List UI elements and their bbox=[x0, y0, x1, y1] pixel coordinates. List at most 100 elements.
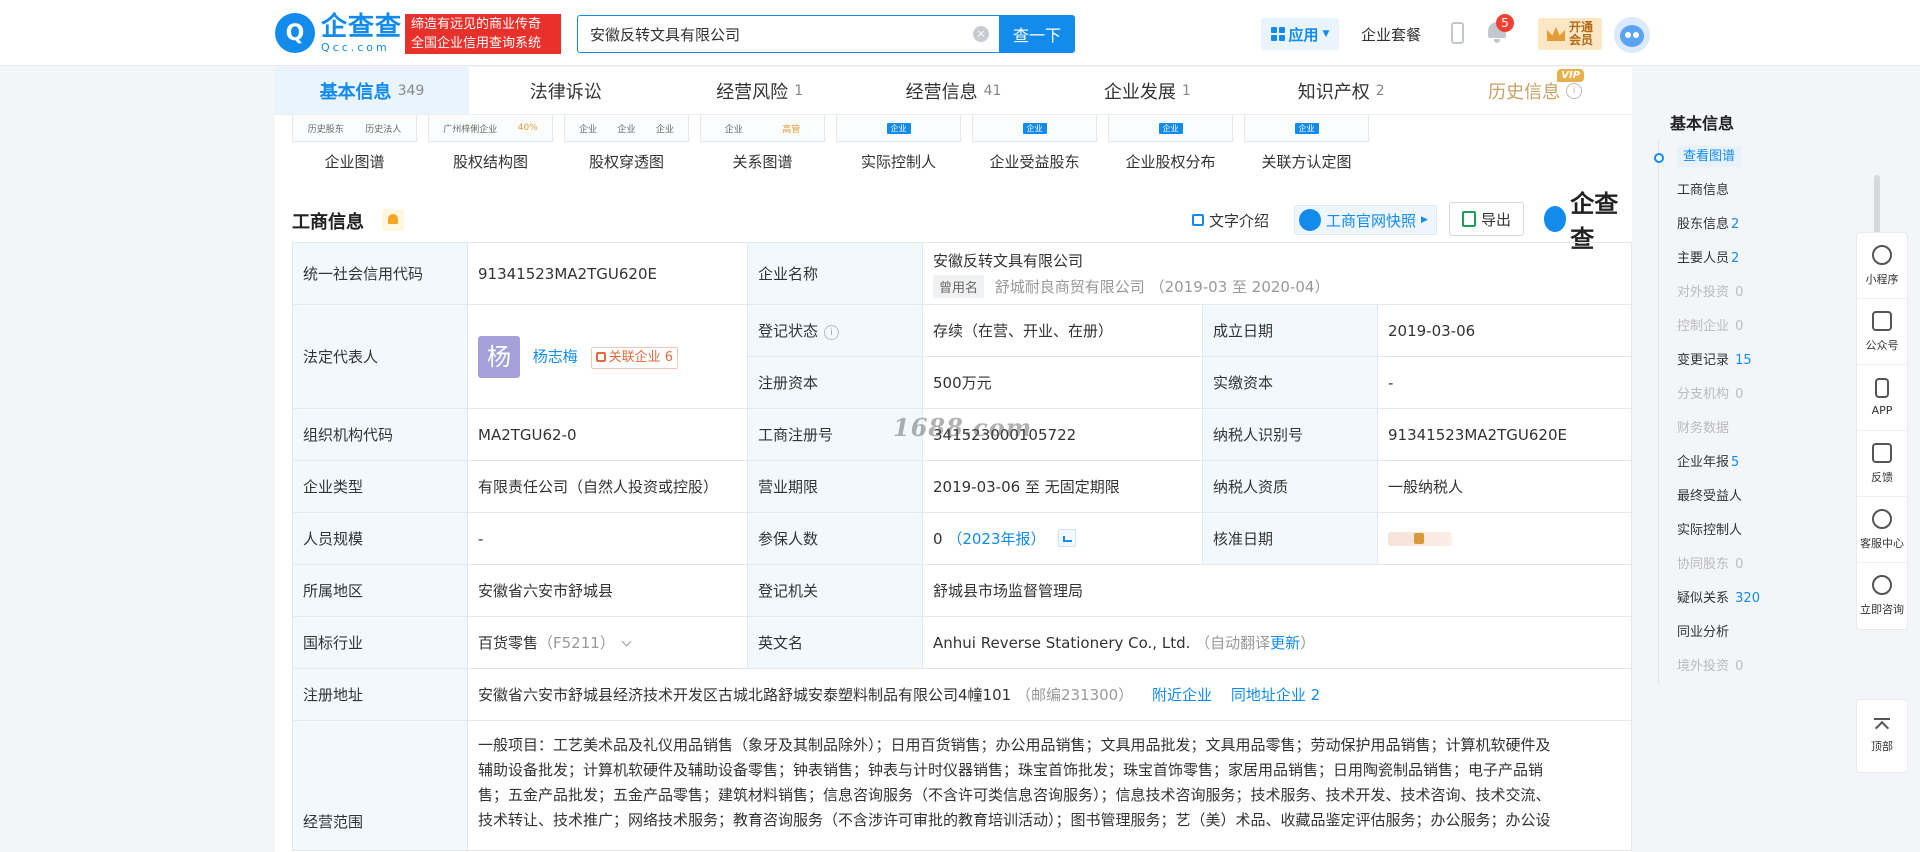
graph-thumbnail: 企业 bbox=[972, 115, 1097, 142]
mini-program-button[interactable]: 小程序 bbox=[1857, 233, 1907, 299]
nav-item-suspected-relations[interactable]: 疑似关系 320 bbox=[1659, 582, 1798, 616]
apps-grid-icon bbox=[1270, 27, 1285, 41]
feedback-button[interactable]: 反馈 bbox=[1857, 431, 1907, 497]
qcc-logo-icon bbox=[1544, 206, 1567, 232]
table-row: 企业类型 有限责任公司（自然人投资或控股） 营业期限 2019-03-06 至 … bbox=[292, 460, 1633, 513]
slogan-banner: 缔造有远见的商业传奇 全国企业信用查询系统 bbox=[405, 14, 561, 54]
graph-card-equity-distribution[interactable]: 企业 企业股权分布 bbox=[1108, 115, 1233, 172]
floating-toolbar: 小程序 公众号 APP 反馈 客服中心 立即咨询 bbox=[1856, 232, 1908, 630]
graph-card-company[interactable]: 历史股东 历史法人 企业图谱 bbox=[292, 115, 417, 172]
nav-item-controlled[interactable]: 控制企业 0 bbox=[1659, 310, 1798, 344]
graph-thumbnail: 企业 高管 bbox=[700, 115, 825, 142]
graph-thumbnail: 广州梓俐企业 40% bbox=[428, 115, 553, 142]
same-address-link[interactable]: 同地址企业 2 bbox=[1231, 686, 1320, 704]
back-to-top-button[interactable]: 顶部 bbox=[1856, 699, 1908, 773]
tab-legal[interactable]: 法律诉讼 bbox=[469, 67, 663, 114]
nav-item-investments[interactable]: 对外投资 0 bbox=[1659, 276, 1798, 310]
text-intro-button[interactable]: 文字介绍 bbox=[1192, 205, 1269, 235]
used-name: 舒城耐良商贸有限公司 bbox=[994, 277, 1145, 296]
caret-down-icon: ▼ bbox=[1322, 29, 1330, 39]
nav-item-overseas[interactable]: 境外投资 0 bbox=[1659, 650, 1798, 684]
crown-icon bbox=[1546, 27, 1565, 41]
nav-item-financials[interactable]: 财务数据 bbox=[1659, 412, 1798, 446]
qr-scan-icon bbox=[1872, 310, 1892, 331]
nav-title: 基本信息 bbox=[1670, 114, 1735, 133]
tab-basic-info[interactable]: 基本信息 349 bbox=[275, 67, 469, 114]
official-account-button[interactable]: 公众号 bbox=[1857, 299, 1907, 365]
nav-item-branches[interactable]: 分支机构 0 bbox=[1659, 378, 1798, 412]
user-avatar[interactable] bbox=[1614, 17, 1650, 53]
phone-icon bbox=[1875, 378, 1889, 398]
graph-card-equity-penetration[interactable]: 企业 企业 企业 股权穿透图 bbox=[564, 115, 689, 172]
legal-rep-avatar[interactable]: 杨 bbox=[478, 335, 520, 378]
gsxt-snapshot-button[interactable]: 工商官网快照 ▶ bbox=[1294, 205, 1437, 235]
graph-card-actual-controller[interactable]: 企业 实际控制人 bbox=[836, 115, 961, 172]
qcc-logo[interactable]: Q 企查查 Qcc.com bbox=[275, 12, 402, 54]
apps-button[interactable]: 应用 ▼ bbox=[1261, 18, 1339, 50]
notification-badge: 5 bbox=[1496, 14, 1514, 32]
nav-item-annual-reports[interactable]: 企业年报 5 bbox=[1659, 446, 1798, 480]
enterprise-package-link[interactable]: 企业套餐 bbox=[1361, 24, 1421, 45]
graph-thumbnail: 企业 企业 企业 bbox=[564, 115, 689, 142]
nav-item-co-shareholders[interactable]: 协同股东 0 bbox=[1659, 548, 1798, 582]
nav-item-shareholders[interactable]: 股东信息 2 bbox=[1659, 208, 1798, 242]
graph-card-related-party[interactable]: 企业 关联方认定图 bbox=[1244, 115, 1369, 172]
tab-history[interactable]: 历史信息 i VIP bbox=[1438, 67, 1632, 114]
nearby-companies-link[interactable]: 附近企业 bbox=[1152, 686, 1212, 704]
graph-card-beneficiary[interactable]: 企业 企业受益股东 bbox=[972, 115, 1097, 172]
nav-item-business-info[interactable]: 工商信息 bbox=[1659, 174, 1798, 208]
section-title: 工商信息 bbox=[292, 212, 364, 233]
graph-card-equity-structure[interactable]: 广州梓俐企业 40% 股权结构图 bbox=[428, 115, 553, 172]
tab-operation[interactable]: 经营信息 41 bbox=[857, 67, 1051, 114]
company-tabs: 基本信息 349 法律诉讼 经营风险 1 经营信息 41 企业发展 1 知识产权 2 历史… bbox=[275, 67, 1632, 115]
legal-rep-link[interactable]: 杨志梅 bbox=[533, 347, 578, 365]
table-row: 经营范围 一般项目：工艺美术品及礼仪用品销售（象牙及其制品除外）；日用百货销售；… bbox=[292, 720, 1633, 851]
chat-icon bbox=[1872, 575, 1892, 595]
clear-icon[interactable]: × bbox=[973, 26, 989, 42]
graph-thumbnail: 企业 bbox=[1244, 115, 1369, 142]
nav-item-graph[interactable]: 查看图谱 bbox=[1654, 140, 1798, 174]
qcc-logo-icon: Q bbox=[275, 13, 315, 53]
main-content: 历史股东 历史法人 企业图谱 广州梓俐企业 40% 股权结构图 企业 企业 企业 股权穿… bbox=[275, 115, 1633, 852]
search-button[interactable]: 查一下 bbox=[999, 15, 1075, 53]
tab-ip[interactable]: 知识产权 2 bbox=[1244, 67, 1438, 114]
tab-risk[interactable]: 经营风险 1 bbox=[663, 67, 857, 114]
qcc-brand-mark: 企查查 bbox=[1544, 190, 1632, 253]
app-button[interactable]: APP bbox=[1857, 365, 1907, 431]
open-vip-button[interactable]: 开通 会员 bbox=[1538, 18, 1602, 50]
mobile-phone-icon[interactable] bbox=[1451, 22, 1464, 44]
nav-item-key-personnel[interactable]: 主要人员 2 bbox=[1659, 242, 1798, 276]
section-navigator: 基本信息 查看图谱 工商信息 股东信息 2 主要人员 2 对外投资 0 控制企业 0… bbox=[1654, 100, 1798, 684]
subscribe-bell-icon[interactable] bbox=[382, 209, 404, 231]
trend-chart-icon[interactable] bbox=[1058, 529, 1077, 547]
nav-item-industry-analysis[interactable]: 同业分析 bbox=[1659, 616, 1798, 650]
customer-service-button[interactable]: 客服中心 bbox=[1857, 497, 1907, 563]
export-button[interactable]: 导出 bbox=[1449, 202, 1525, 236]
nav-item-beneficiary[interactable]: 最终受益人 bbox=[1659, 480, 1798, 514]
related-company-tag[interactable]: 关联企业 6 bbox=[590, 347, 679, 369]
vip-locked-value[interactable] bbox=[1388, 532, 1452, 546]
company-name: 安徽反转文具有限公司 bbox=[933, 251, 1084, 270]
nav-item-controller[interactable]: 实际控制人 bbox=[1659, 514, 1798, 548]
nav-item-changes[interactable]: 变更记录 15 bbox=[1659, 344, 1798, 378]
table-row: 所属地区 安徽省六安市舒城县 登记机关 舒城县市场监督管理局 bbox=[292, 564, 1633, 617]
vip-tag: VIP bbox=[1557, 69, 1585, 82]
registered-address: 安徽省六安市舒城县经济技术开发区古城北路舒城安泰塑料制品有限公司4幢101 bbox=[478, 686, 1012, 704]
update-translation-link[interactable]: 更新 bbox=[1270, 634, 1300, 652]
excel-icon bbox=[1462, 211, 1476, 227]
search-input[interactable] bbox=[578, 16, 958, 52]
graph-thumbnail: 企业 bbox=[1108, 115, 1233, 142]
business-info-table: 统一社会信用代码 91341523MA2TGU620E 企业名称 安徽反转文具有… bbox=[292, 242, 1633, 851]
info-icon[interactable]: i bbox=[824, 325, 840, 340]
industry-dropdown[interactable]: 百货零售（F5211） bbox=[467, 616, 748, 669]
mini-program-icon bbox=[1872, 244, 1892, 265]
consult-now-button[interactable]: 立即咨询 bbox=[1857, 563, 1907, 629]
logo-domain: Qcc.com bbox=[321, 40, 390, 54]
link-icon bbox=[595, 352, 606, 362]
tab-development[interactable]: 企业发展 1 bbox=[1050, 67, 1244, 114]
logo-name: 企查查 bbox=[321, 11, 403, 42]
graph-entries: 历史股东 历史法人 企业图谱 广州梓俐企业 40% 股权结构图 企业 企业 企业 股权穿… bbox=[275, 115, 1632, 175]
annual-report-link[interactable]: （2023年报） bbox=[947, 530, 1045, 548]
chevron-down-icon bbox=[621, 636, 632, 647]
graph-card-relationship[interactable]: 企业 高管 关系图谱 bbox=[700, 115, 825, 172]
